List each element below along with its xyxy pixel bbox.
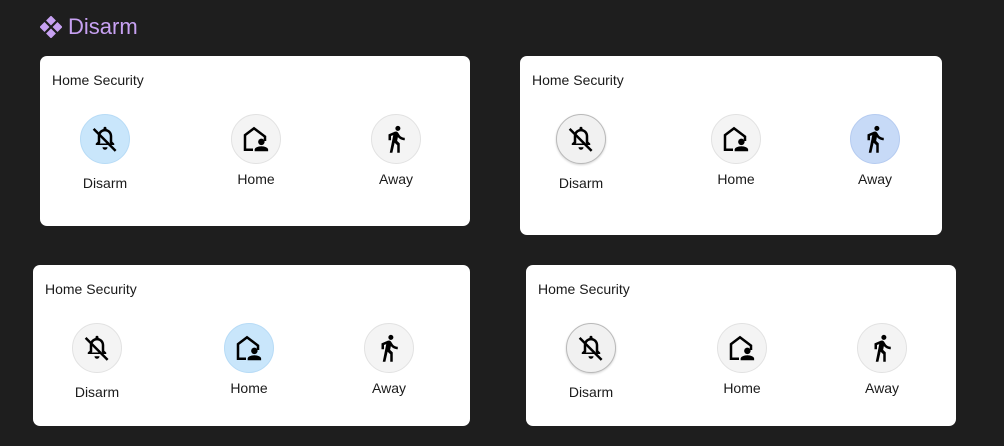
home-button[interactable]: Home [686,114,786,187]
page-header: Disarm [40,12,138,42]
card-title: Home Security [45,281,137,297]
away-label: Away [858,171,892,187]
home-person-icon [727,333,757,363]
security-card: Home Security Disarm Home Away [520,56,942,235]
disarm-label: Disarm [558,175,604,191]
home-label: Home [230,380,268,396]
away-button[interactable]: Away [832,323,932,396]
card-title: Home Security [52,72,144,88]
walking-person-icon [374,333,404,363]
home-label: Home [723,380,761,396]
disarm-label: Disarm [568,384,614,400]
walking-person-icon [381,124,411,154]
card-title: Home Security [532,72,624,88]
bell-off-icon [566,124,596,154]
component-diamonds-icon [40,16,62,38]
walking-person-icon [867,333,897,363]
home-button[interactable]: Home [199,323,299,396]
away-button[interactable]: Away [825,114,925,187]
disarm-button[interactable]: Disarm [47,323,147,400]
card-title: Home Security [538,281,630,297]
bell-off-icon [576,333,606,363]
bell-off-icon [82,333,112,363]
security-card: Home Security Disarm Home Away [33,265,470,426]
away-label: Away [865,380,899,396]
bell-off-icon [90,124,120,154]
away-button[interactable]: Away [339,323,439,396]
disarm-button[interactable]: Disarm [531,114,631,191]
page-title: Disarm [68,14,138,39]
away-label: Away [372,380,406,396]
away-button[interactable]: Away [346,114,446,187]
home-label: Home [717,171,755,187]
walking-person-icon [860,124,890,154]
home-button[interactable]: Home [206,114,306,187]
home-person-icon [721,124,751,154]
home-button[interactable]: Home [692,323,792,396]
security-card: Home Security Disarm Home Away [40,56,470,226]
disarm-button[interactable]: Disarm [541,323,641,400]
security-card: Home Security Disarm Home Away [526,265,956,426]
home-label: Home [237,171,275,187]
home-person-icon [234,333,264,363]
disarm-label: Disarm [82,175,128,191]
disarm-label: Disarm [74,384,120,400]
away-label: Away [379,171,413,187]
home-person-icon [241,124,271,154]
disarm-button[interactable]: Disarm [55,114,155,191]
